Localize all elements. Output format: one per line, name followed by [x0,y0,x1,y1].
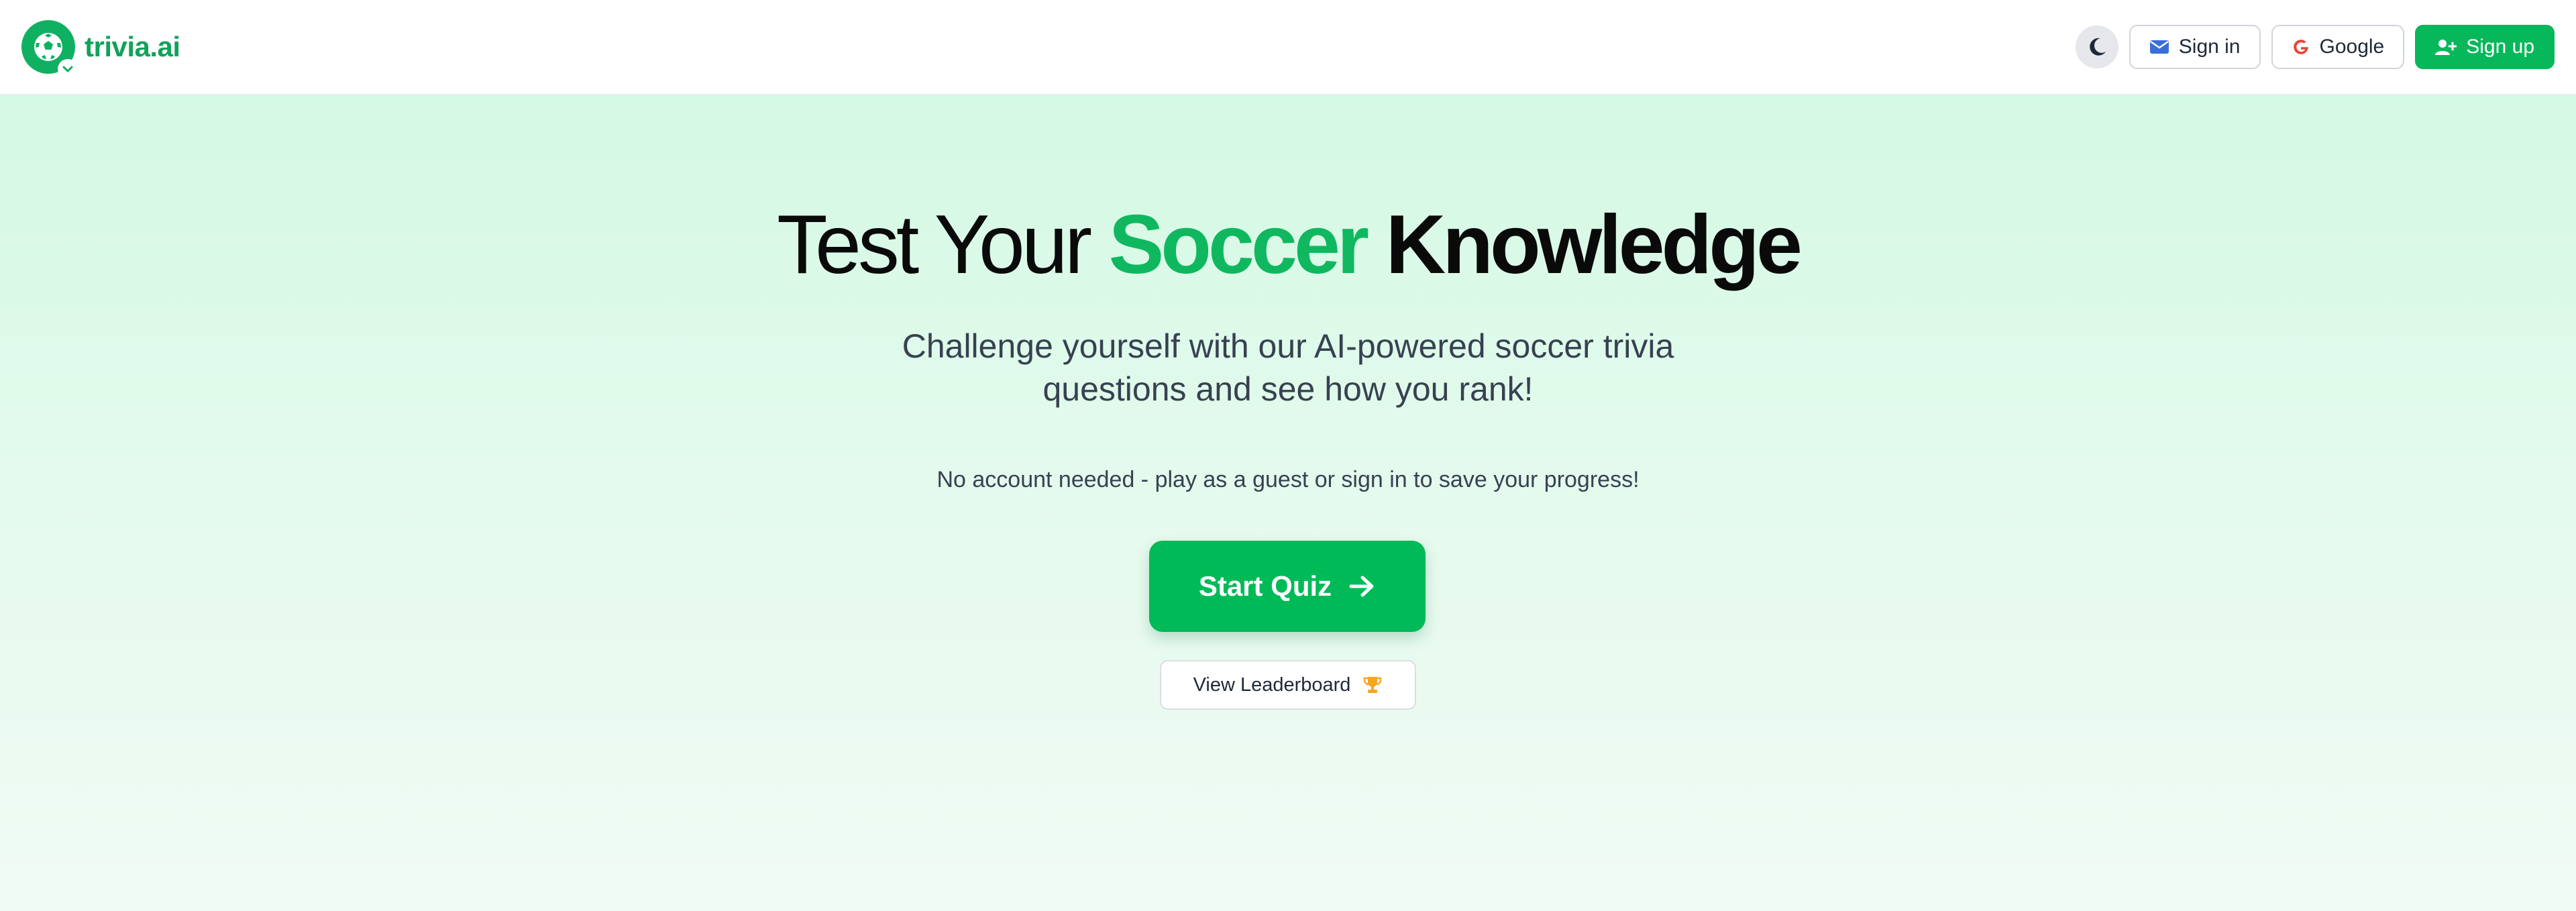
theme-toggle-button[interactable] [2075,25,2118,68]
moon-icon [2090,38,2106,56]
sign-up-label: Sign up [2466,36,2534,58]
hero-title-part1: Test Your [776,199,1092,291]
soccer-ball-icon [34,33,62,61]
top-navbar: trivia.ai Sign in Google Sign up [0,0,2576,95]
user-plus-icon [2435,38,2457,56]
trophy-icon [1362,675,1383,695]
start-quiz-button[interactable]: Start Quiz [1149,541,1426,632]
google-sign-in-button[interactable]: Google [2271,25,2405,69]
hero-title: Test Your Soccer Knowledge [0,195,2576,295]
sign-in-button[interactable]: Sign in [2129,25,2261,69]
hero-subtitle: Challenge yourself with our AI-powered s… [902,327,1674,408]
google-label: Google [2319,36,2385,58]
brand-badge [21,20,78,79]
arrow-right-icon [1349,574,1376,598]
envelope-icon [2149,39,2169,55]
view-leaderboard-button[interactable]: View Leaderboard [1160,660,1416,710]
sign-up-button[interactable]: Sign up [2415,25,2555,69]
hero-section: Test Your Soccer Knowledge Challenge you… [0,95,2576,911]
google-icon [2292,38,2310,56]
chevron-down-icon [58,59,78,79]
guest-note: No account needed - play as a guest or s… [936,467,1640,492]
view-leaderboard-label: View Leaderboard [1193,674,1351,696]
hero-title-accent: Soccer [1108,199,1370,291]
brand-name: trivia.ai [85,31,180,62]
nav-actions: Sign in Google Sign up [2075,25,2555,69]
hero-title-part2: Knowledge [1385,199,1803,291]
brand-logo-link[interactable]: trivia.ai [21,20,180,79]
sign-in-label: Sign in [2178,36,2241,58]
start-quiz-label: Start Quiz [1198,570,1332,602]
